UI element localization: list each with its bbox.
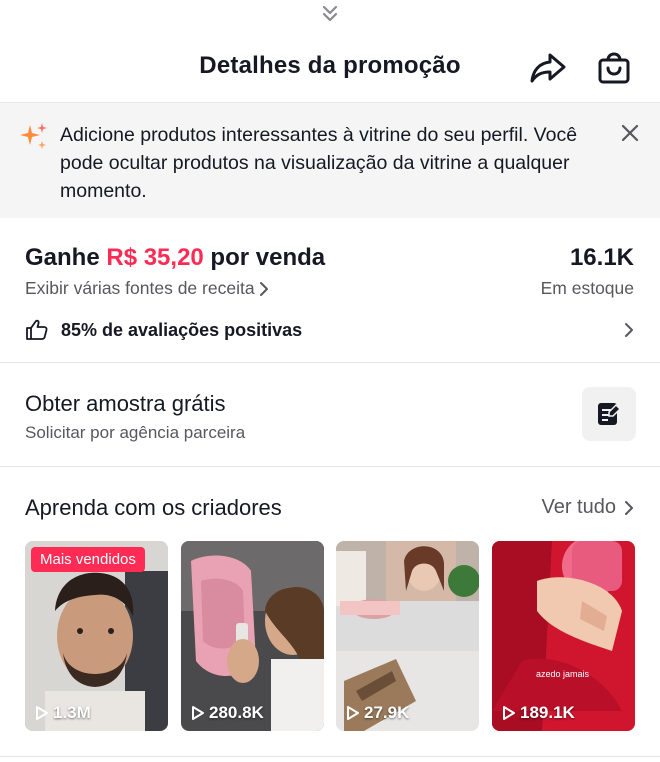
close-icon[interactable] <box>618 121 642 145</box>
stock-value: 16.1K <box>569 244 634 271</box>
video-card[interactable]: azedo jamais 189.1K <box>492 541 635 731</box>
chevron-double-down-icon <box>322 5 338 22</box>
drag-handle[interactable] <box>0 0 660 30</box>
view-count: 189.1K <box>502 703 575 723</box>
section-title: Aprenda com os criadores <box>25 495 282 520</box>
free-sample-subtitle: Solicitar por agência parceira <box>25 423 246 442</box>
see-all-link[interactable]: Ver tudo <box>541 496 634 519</box>
shopping-bag-button[interactable] <box>596 48 632 86</box>
banner-message: Adicione produtos interessantes à vitrin… <box>60 124 578 202</box>
stock-label: Em estoque <box>540 278 634 298</box>
share-button[interactable] <box>528 50 568 86</box>
earnings-section: Ganhe R$ 35,20 por venda 16.1K Exibir vá… <box>0 218 660 363</box>
view-count: 1.3M <box>35 703 91 723</box>
video-card[interactable]: 280.8K <box>181 541 324 731</box>
divider <box>0 756 660 757</box>
commission-prefix: Ganhe <box>25 244 107 271</box>
sparkle-icon <box>20 123 47 149</box>
view-count: 27.9K <box>346 703 409 723</box>
rating-text: 85% de avaliações positivas <box>61 319 303 340</box>
thumbs-up-icon <box>26 319 48 340</box>
free-sample-title: Obter amostra grátis <box>25 391 226 416</box>
video-carousel: Mais vendidos 1.3M 280.8K 27.9K azedo ja… <box>25 541 635 731</box>
video-card[interactable]: 27.9K <box>336 541 479 731</box>
video-card[interactable]: Mais vendidos 1.3M <box>25 541 168 731</box>
see-all-label: Ver tudo <box>541 496 616 518</box>
commission-suffix: por venda <box>203 244 326 271</box>
play-icon <box>503 706 515 720</box>
play-icon <box>36 706 48 720</box>
commission-text: Ganhe R$ 35,20 por venda <box>25 244 325 272</box>
header: Detalhes da promoção <box>0 30 660 102</box>
view-count: 280.8K <box>191 703 264 723</box>
play-icon <box>192 706 204 720</box>
chevron-right-icon <box>625 500 633 515</box>
creator-tag: azedo jamais <box>536 669 590 679</box>
view-count-value: 27.9K <box>364 703 410 722</box>
learn-from-creators-section: Aprenda com os criadores Ver tudo Mais v… <box>0 467 660 762</box>
view-count-value: 189.1K <box>520 703 575 722</box>
share-icon <box>530 53 566 83</box>
rating-row[interactable]: 85% de avaliações positivas <box>25 318 302 342</box>
view-count-value: 280.8K <box>209 703 264 722</box>
chevron-right-icon[interactable] <box>624 322 634 338</box>
shopping-bag-icon <box>598 52 630 84</box>
revenue-sources-label: Exibir várias fontes de receita <box>25 278 255 298</box>
view-count-value: 1.3M <box>53 703 91 722</box>
commission-amount: R$ 35,20 <box>106 244 204 271</box>
chevron-right-icon <box>259 281 268 296</box>
best-seller-badge: Mais vendidos <box>31 547 145 572</box>
play-icon <box>347 706 359 720</box>
revenue-sources-link[interactable]: Exibir várias fontes de receita <box>25 278 269 299</box>
info-banner: Adicione produtos interessantes à vitrin… <box>0 102 660 218</box>
request-sample-button[interactable] <box>582 387 636 441</box>
edit-note-icon <box>598 403 622 425</box>
free-sample-section[interactable]: Obter amostra grátis Solicitar por agênc… <box>0 363 660 467</box>
